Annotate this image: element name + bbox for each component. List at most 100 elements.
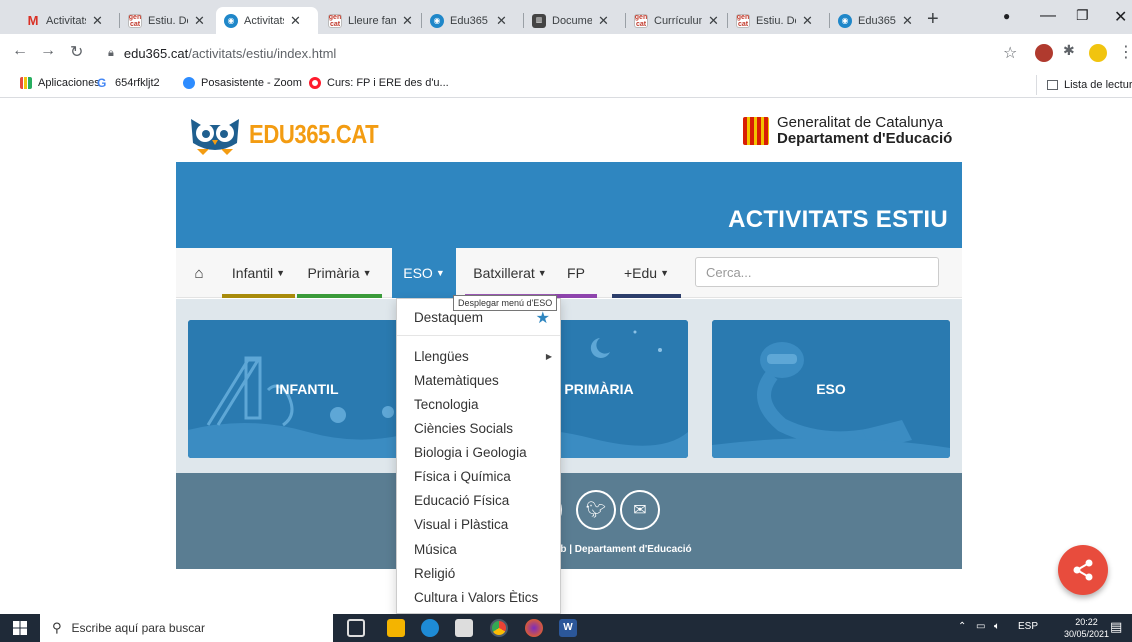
opera-icon <box>309 77 321 89</box>
close-icon[interactable]: ✕ <box>92 13 103 29</box>
card-title: INFANTIL <box>275 381 339 397</box>
file-explorer-icon[interactable] <box>387 619 405 637</box>
minimize-icon[interactable]: — <box>1040 7 1056 25</box>
close-icon[interactable]: ✕ <box>802 13 813 29</box>
nav-fp[interactable]: FP <box>555 248 597 298</box>
extension-icon[interactable] <box>1035 44 1053 62</box>
lock-icon: 🔒︎ <box>108 46 114 59</box>
bookmark-curs[interactable]: Curs: FP i ERE des d'u... <box>309 77 449 89</box>
reload-icon[interactable]: ↻ <box>70 42 83 62</box>
close-icon[interactable]: ✕ <box>496 13 507 29</box>
tab-search-icon[interactable]: ● <box>1003 9 1010 23</box>
search-input[interactable] <box>695 257 939 287</box>
language-indicator[interactable]: ESP <box>1018 621 1038 632</box>
apps-grid-icon <box>20 77 32 89</box>
nav-batxillerat[interactable]: Batxillerat ▼ <box>465 248 555 298</box>
email-button[interactable]: ✉ <box>620 490 660 530</box>
gencat-logo[interactable]: Generalitat de Catalunya Departament d'E… <box>743 115 952 147</box>
close-icon[interactable]: ✕ <box>598 13 609 29</box>
menu-item-llengues[interactable]: Llengües <box>414 349 469 364</box>
menu-item[interactable]: Visual i Plàstica <box>414 517 508 532</box>
menu-item[interactable]: Física i Química <box>414 469 511 484</box>
menu-item[interactable]: Cultura i Valors Ètics <box>414 590 538 605</box>
nav-eso[interactable]: ESO ▼ <box>392 248 456 298</box>
chrome-icon[interactable] <box>490 619 508 637</box>
tab-curriculum[interactable]: gencat Currículum ✕ <box>626 7 726 34</box>
tab-document[interactable]: ▥ Document ✕ <box>524 7 624 34</box>
battery-icon[interactable]: ▭ <box>976 621 985 632</box>
twitter-button[interactable]: 🐦︎ <box>576 490 616 530</box>
bookmark-google[interactable]: G 654rfkljt2 <box>97 77 160 89</box>
nav-infantil[interactable]: Infantil ▼ <box>222 248 295 298</box>
tab-edu365-2[interactable]: ◉ Edu365 - ✕ <box>830 7 922 34</box>
store-icon[interactable] <box>455 619 473 637</box>
task-view-icon[interactable] <box>347 619 365 637</box>
close-window-icon[interactable]: ✕ <box>1114 7 1127 27</box>
bookmark-apps[interactable]: Aplicaciones <box>20 77 100 89</box>
puzzle-icon[interactable]: ✱ <box>1063 42 1081 60</box>
edu365-logo[interactable]: EDU365.CAT <box>187 113 401 155</box>
menu-item[interactable]: Ciències Socials <box>414 421 513 436</box>
bookmark-star-icon[interactable]: ☆ <box>1003 43 1017 63</box>
clock[interactable]: 20:22 30/05/2021 <box>1064 616 1109 640</box>
gencat-icon: gen cat <box>328 13 342 28</box>
gencat-icon: gen cat <box>634 13 648 28</box>
edu365-icon: ◉ <box>224 13 238 28</box>
tab-estiu[interactable]: gencat Estiu. Dep ✕ <box>120 7 220 34</box>
close-icon[interactable]: ✕ <box>902 13 913 29</box>
card-infantil[interactable]: INFANTIL <box>188 320 426 458</box>
logo-text: EDU365.CAT <box>249 118 379 149</box>
restore-icon[interactable]: ❐ <box>1076 7 1089 24</box>
word-icon[interactable]: W <box>559 619 577 637</box>
share-button[interactable] <box>1058 545 1108 595</box>
tab-gmail[interactable]: M Activitats d ✕ <box>18 7 118 34</box>
taskbar-search-input[interactable]: ⚲ Escribe aquí para buscar <box>40 614 333 642</box>
menu-dots-icon[interactable]: ⋮ <box>1118 42 1132 62</box>
submenu-arrow-icon: ▶ <box>545 352 552 361</box>
nav-primaria[interactable]: Primària ▼ <box>297 248 382 298</box>
menu-item[interactable]: Biologia i Geologia <box>414 445 527 460</box>
menu-item[interactable]: Religió <box>414 566 455 581</box>
home-button[interactable]: ⌂ <box>176 248 222 298</box>
web-page: EDU365.CAT Generalitat de Catalunya Depa… <box>0 98 1132 614</box>
volume-icon[interactable]: 🔈︎ <box>994 621 1000 632</box>
footer-links[interactable]: web | Departament d'Educació <box>547 544 692 555</box>
home-icon: ⌂ <box>194 264 204 282</box>
tab-lleure[interactable]: gen cat Lleure fam ✕ <box>320 7 420 34</box>
profile-avatar[interactable] <box>1089 44 1107 62</box>
bookmark-zoom[interactable]: Posasistente - Zoom <box>183 77 302 89</box>
address-bar: ← → ↻ 🔒︎ edu365.cat/activitats/estiu/ind… <box>0 34 1132 72</box>
notifications-icon[interactable]: ▤ <box>1110 619 1122 635</box>
firefox-icon[interactable] <box>525 619 543 637</box>
gmail-icon: M <box>27 13 39 28</box>
back-icon[interactable]: ← <box>12 42 28 60</box>
tab-activitats-active[interactable]: ◉ Activitats d ✕ <box>216 7 318 34</box>
card-eso[interactable]: ESO <box>712 320 950 458</box>
page-title: ACTIVITATS ESTIU <box>728 206 948 233</box>
owl-icon <box>187 113 243 155</box>
caret-down-icon: ▼ <box>660 268 669 278</box>
tab-estiu-2[interactable]: gencat Estiu. Dep ✕ <box>728 7 828 34</box>
edge-icon[interactable] <box>421 619 439 637</box>
new-tab-button[interactable]: + <box>927 8 939 31</box>
nav-edu[interactable]: +Edu ▼ <box>612 248 681 298</box>
bookmarks-bar: Aplicaciones G 654rfkljt2 Posasistente -… <box>0 72 1132 98</box>
close-icon[interactable]: ✕ <box>402 13 413 29</box>
menu-item[interactable]: Educació Física <box>414 493 509 508</box>
close-icon[interactable]: ✕ <box>290 13 301 29</box>
menu-item[interactable]: Tecnologia <box>414 397 479 412</box>
close-icon[interactable]: ✕ <box>194 13 205 29</box>
menu-item[interactable]: Matemàtiques <box>414 373 499 388</box>
card-title: PRIMÀRIA <box>564 381 634 397</box>
close-icon[interactable]: ✕ <box>708 13 719 29</box>
reading-list-button[interactable]: Lista de lectura <box>1036 75 1132 95</box>
tab-edu365[interactable]: ◉ Edu365 - ✕ <box>422 7 522 34</box>
zoom-icon <box>183 77 195 89</box>
menu-item[interactable]: Música <box>414 542 457 557</box>
tray-chevron-icon[interactable]: ⌃ <box>958 621 966 632</box>
hero-banner: ACTIVITATS ESTIU <box>176 162 962 248</box>
menu-item-destaquem[interactable]: Destaquem <box>414 310 483 325</box>
forward-icon[interactable]: → <box>40 42 56 60</box>
start-button[interactable] <box>0 614 40 642</box>
url-field[interactable]: 🔒︎ edu365.cat/activitats/estiu/index.htm… <box>108 39 1008 67</box>
